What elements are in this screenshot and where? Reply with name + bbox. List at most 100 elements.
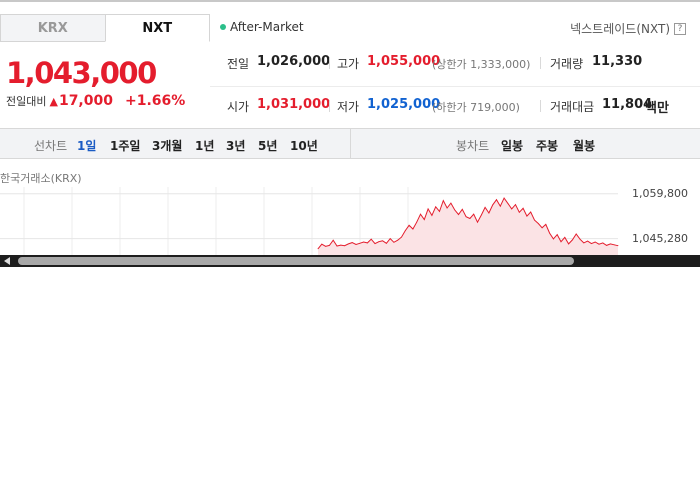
price-point	[321, 243, 323, 245]
separator	[540, 100, 541, 112]
price-point	[480, 214, 482, 216]
volume-value: 11,330	[592, 54, 643, 69]
price-point	[606, 245, 607, 246]
period-divider	[350, 129, 351, 158]
price-point	[591, 243, 592, 244]
period-5y[interactable]: 5년	[258, 137, 277, 154]
price-point	[496, 199, 497, 201]
lower-limit: (하한가 719,000)	[432, 101, 520, 114]
change-label: 전일대비	[6, 95, 47, 108]
period-1w[interactable]: 1주일	[110, 137, 140, 154]
price-point	[568, 243, 569, 245]
period-bar: 선차트 1일 1주일 3개월 1년 3년 5년 10년 봉차트 일봉 주봉 월봉	[0, 128, 700, 159]
price-point	[325, 245, 326, 247]
price-point	[579, 238, 581, 240]
chart-scrollbar[interactable]	[0, 255, 700, 267]
scroll-thumb[interactable]	[18, 257, 574, 265]
price-chart[interactable]: 1,059,800 1,045,280	[0, 187, 700, 255]
price-point	[515, 204, 516, 205]
separator	[540, 57, 541, 69]
price-point	[477, 221, 478, 223]
price-point	[556, 234, 558, 235]
period-3y[interactable]: 3년	[226, 137, 245, 154]
candle-daily[interactable]: 일봉	[501, 137, 523, 154]
separator	[329, 57, 330, 69]
period-1y[interactable]: 1년	[195, 137, 214, 154]
price-point	[530, 211, 532, 213]
price-point	[359, 242, 361, 244]
price-point	[583, 242, 585, 244]
price-point	[370, 238, 372, 240]
price-point	[553, 238, 554, 240]
session-status: After-Market	[220, 20, 304, 34]
price-area-fill	[318, 198, 618, 255]
price-point	[401, 236, 402, 238]
separator	[329, 100, 330, 112]
price-point	[454, 209, 456, 211]
amount-label: 거래대금	[550, 100, 595, 114]
tab-nxt[interactable]: NXT	[104, 14, 210, 42]
price-point	[404, 230, 406, 231]
prev-close-value: 1,026,000	[257, 54, 331, 69]
price-point	[382, 240, 383, 242]
tab-krx[interactable]: KRX	[0, 14, 105, 42]
price-point	[340, 244, 342, 246]
candle-weekly[interactable]: 주봉	[536, 137, 558, 154]
price-point	[613, 244, 615, 246]
price-point	[602, 242, 604, 244]
price-point	[450, 202, 452, 204]
price-point	[446, 207, 448, 209]
price-point	[473, 213, 475, 215]
price-point	[367, 242, 368, 244]
price-point	[355, 244, 357, 245]
price-point	[518, 211, 520, 213]
price-point	[329, 245, 330, 246]
period-3m[interactable]: 3개월	[152, 137, 182, 154]
high-label: 고가	[337, 57, 360, 71]
price-point	[575, 233, 577, 235]
price-point	[469, 218, 471, 219]
status-dot-icon	[220, 24, 226, 30]
price-point	[488, 212, 490, 214]
session-label: After-Market	[230, 20, 304, 34]
stats-divider	[210, 86, 700, 87]
price-point	[526, 215, 528, 217]
candle-monthly[interactable]: 월봉	[573, 137, 595, 154]
y-tick-label: 1,045,280	[632, 231, 688, 245]
help-icon[interactable]: ?	[674, 22, 686, 35]
exchange-label: 넥스트레이드(NXT)	[570, 22, 670, 36]
y-tick-label: 1,059,800	[632, 187, 688, 200]
top-border	[0, 0, 700, 2]
price-point	[465, 216, 467, 218]
change-percent: +1.66%	[124, 93, 186, 109]
price-point	[378, 241, 380, 243]
price-point	[427, 208, 429, 210]
price-point	[461, 208, 463, 210]
price-point	[423, 219, 425, 220]
price-point	[348, 243, 349, 245]
price-point	[610, 243, 611, 245]
period-1d[interactable]: 1일	[77, 137, 96, 154]
price-point	[522, 207, 524, 209]
exchange-info: 넥스트레이드(NXT) ?	[570, 20, 686, 37]
low-value: 1,025,000	[367, 97, 441, 112]
change-amount: 17,000	[58, 93, 113, 109]
price-point	[617, 245, 619, 247]
scroll-left-arrow-icon[interactable]	[4, 257, 10, 265]
price-point	[537, 223, 539, 224]
price-point	[416, 221, 418, 223]
price-point	[442, 200, 444, 201]
price-point	[458, 214, 459, 215]
amount-unit: 백만	[645, 101, 669, 116]
price-point	[420, 213, 421, 215]
price-point	[374, 243, 376, 244]
price-point	[386, 242, 387, 244]
price-point	[499, 205, 501, 207]
price-point	[507, 203, 509, 204]
price-point	[492, 204, 494, 206]
price-chart-svg	[0, 187, 619, 255]
candle-chart-label: 봉차트	[456, 139, 490, 153]
price-point	[594, 241, 596, 243]
period-10y[interactable]: 10년	[290, 137, 318, 154]
volume-label: 거래량	[550, 57, 584, 71]
